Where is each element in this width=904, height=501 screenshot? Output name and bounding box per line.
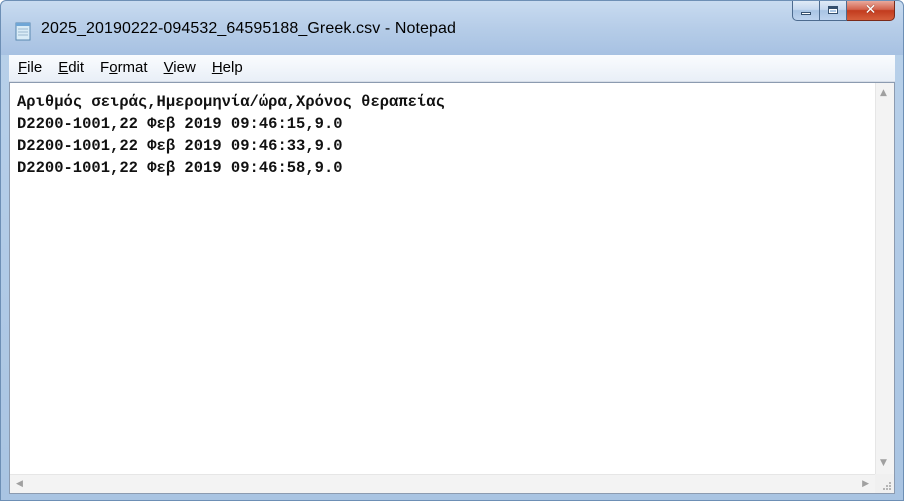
minimize-button[interactable] xyxy=(792,1,820,21)
text-editor[interactable]: Αριθμός σειράς,Ημερομηνία/ώρα,Χρόνος θερ… xyxy=(9,82,895,494)
close-icon: ✕ xyxy=(864,2,877,18)
caption-buttons: ✕ xyxy=(792,1,895,22)
scroll-up-arrow-icon[interactable]: ▲ xyxy=(880,89,887,98)
maximize-button[interactable] xyxy=(820,1,847,21)
scrollbar-corner xyxy=(875,474,894,493)
horizontal-scrollbar[interactable]: ◀ ▶ xyxy=(10,474,875,493)
menu-view[interactable]: View xyxy=(157,56,203,80)
menu-edit[interactable]: Edit xyxy=(51,56,91,80)
close-button[interactable]: ✕ xyxy=(847,1,895,21)
window-title: 2025_20190222-094532_64595188_Greek.csv … xyxy=(41,20,457,37)
title-bar[interactable]: 2025_20190222-094532_64595188_Greek.csv … xyxy=(1,1,903,55)
minimize-icon xyxy=(801,12,811,15)
maximize-icon xyxy=(828,6,838,14)
notepad-icon xyxy=(15,22,31,41)
scroll-down-arrow-icon[interactable]: ▼ xyxy=(880,459,887,468)
document-lines: Αριθμός σειράς,Ημερομηνία/ώρα,Χρόνος θερ… xyxy=(10,91,445,179)
menu-bar: File Edit Format View Help xyxy=(9,55,895,82)
menu-file[interactable]: File xyxy=(11,56,49,80)
scroll-right-arrow-icon[interactable]: ▶ xyxy=(862,480,869,489)
text-line: D2200-1001,22 Φεβ 2019 09:46:15,9.0 xyxy=(17,115,343,133)
vertical-scrollbar[interactable]: ▲ ▼ xyxy=(875,83,894,474)
text-line: D2200-1001,22 Φεβ 2019 09:46:58,9.0 xyxy=(17,159,343,177)
text-line: Αριθμός σειράς,Ημερομηνία/ώρα,Χρόνος θερ… xyxy=(17,93,445,111)
text-line: D2200-1001,22 Φεβ 2019 09:46:33,9.0 xyxy=(17,137,343,155)
scroll-left-arrow-icon[interactable]: ◀ xyxy=(16,480,23,489)
resize-grip-icon[interactable] xyxy=(880,479,892,491)
notepad-window: 2025_20190222-094532_64595188_Greek.csv … xyxy=(0,0,904,501)
menu-help[interactable]: Help xyxy=(205,56,250,80)
menu-format[interactable]: Format xyxy=(93,56,155,80)
text-area[interactable]: Αριθμός σειράς,Ημερομηνία/ώρα,Χρόνος θερ… xyxy=(10,83,875,474)
